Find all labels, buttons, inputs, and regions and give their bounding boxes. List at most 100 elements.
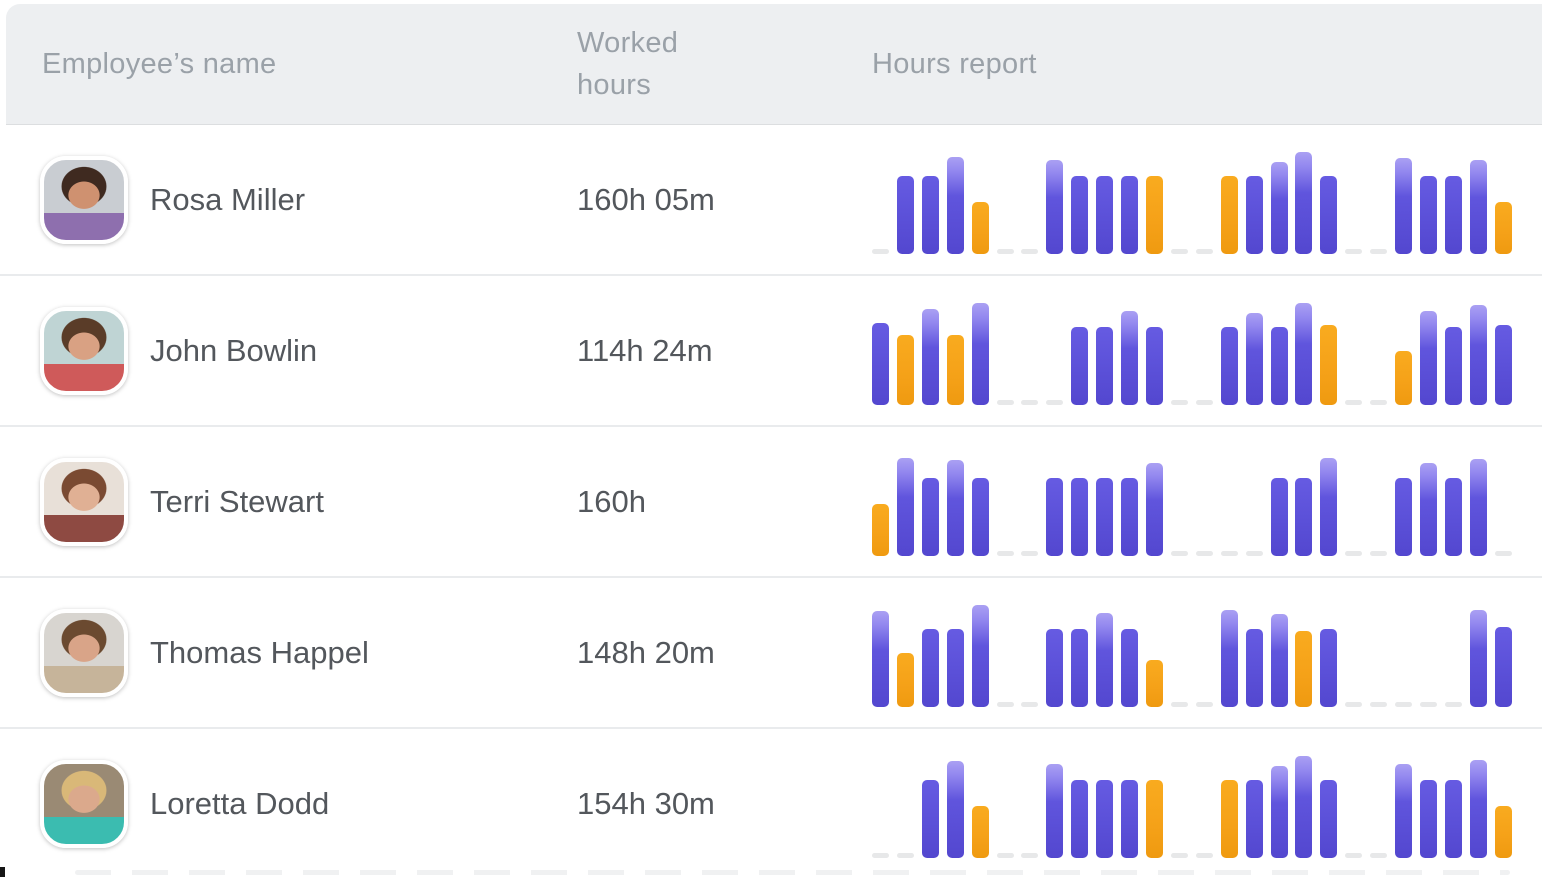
day-hours-bar xyxy=(1221,780,1238,858)
day-off-dash xyxy=(872,249,889,254)
day-off-dash xyxy=(1196,702,1213,707)
day-hours-bar xyxy=(1295,303,1312,405)
day-hours-bar xyxy=(1121,478,1138,556)
day-hours-bar xyxy=(1246,313,1263,405)
employee-name-cell: Terri Stewart xyxy=(0,458,577,546)
employee-row[interactable]: Rosa Miller 160h 05m xyxy=(0,125,1542,276)
day-off-dash xyxy=(1196,400,1213,405)
day-hours-bar xyxy=(1096,780,1113,858)
day-hours-bar xyxy=(1420,780,1437,858)
day-hours-bar xyxy=(1420,176,1437,254)
employee-row[interactable]: Thomas Happel 148h 20m xyxy=(0,578,1542,729)
day-off-dash xyxy=(997,853,1014,858)
table-header: Employee’s name Worked hours Hours repor… xyxy=(6,4,1542,125)
day-hours-bar xyxy=(1295,478,1312,556)
column-header-hours-report: Hours report xyxy=(872,43,1542,85)
day-hours-bar xyxy=(1470,160,1487,254)
worked-hours-value: 160h xyxy=(577,484,872,520)
screen-edge-artifact xyxy=(0,867,5,877)
employee-table-body: Rosa Miller 160h 05m John Bowlin 114h 24… xyxy=(0,125,1542,877)
day-off-dash xyxy=(1345,249,1362,254)
day-hours-bar xyxy=(1420,463,1437,556)
day-hours-bar xyxy=(1395,478,1412,556)
day-hours-bar xyxy=(1146,176,1163,254)
employee-name-cell: Thomas Happel xyxy=(0,609,577,697)
day-hours-bar xyxy=(1470,760,1487,858)
day-hours-bar xyxy=(1445,327,1462,405)
day-hours-bar xyxy=(1320,458,1337,556)
day-off-dash xyxy=(1445,702,1462,707)
day-off-dash xyxy=(997,551,1014,556)
day-hours-bar xyxy=(1221,610,1238,707)
day-hours-bar xyxy=(897,335,914,405)
day-hours-bar xyxy=(872,323,889,405)
day-off-dash xyxy=(1370,702,1387,707)
day-hours-bar xyxy=(1146,660,1163,707)
day-hours-bar xyxy=(1445,780,1462,858)
employee-row[interactable]: Loretta Dodd 154h 30m xyxy=(0,729,1542,877)
column-header-worked-hours: Worked hours xyxy=(577,22,737,106)
next-row-chart-peek xyxy=(75,870,1510,875)
day-hours-bar xyxy=(1246,780,1263,858)
day-off-dash xyxy=(1196,853,1213,858)
day-hours-bar xyxy=(972,605,989,707)
day-hours-bar xyxy=(1295,756,1312,858)
employee-name: John Bowlin xyxy=(150,333,317,369)
day-off-dash xyxy=(1370,551,1387,556)
day-hours-bar xyxy=(1246,176,1263,254)
day-hours-bar xyxy=(1221,176,1238,254)
worked-hours-value: 160h 05m xyxy=(577,182,872,218)
day-hours-bar xyxy=(1445,176,1462,254)
day-hours-bar xyxy=(1495,202,1512,254)
employee-avatar xyxy=(40,760,128,848)
day-hours-bar xyxy=(922,478,939,556)
day-hours-bar xyxy=(897,458,914,556)
hours-report-chart xyxy=(872,452,1512,556)
employee-name-cell: John Bowlin xyxy=(0,307,577,395)
day-hours-bar xyxy=(947,761,964,858)
hours-report-chart xyxy=(872,301,1512,405)
employee-row[interactable]: Terri Stewart 160h xyxy=(0,427,1542,578)
employee-avatar xyxy=(40,609,128,697)
day-hours-bar xyxy=(1071,327,1088,405)
day-hours-bar xyxy=(1495,627,1512,707)
day-hours-bar xyxy=(872,504,889,556)
day-hours-bar xyxy=(922,176,939,254)
employee-name-cell: Rosa Miller xyxy=(0,156,577,244)
day-hours-bar xyxy=(1121,629,1138,707)
day-hours-bar xyxy=(922,780,939,858)
day-hours-bar xyxy=(1096,613,1113,707)
day-hours-bar xyxy=(1096,176,1113,254)
day-off-dash xyxy=(1370,853,1387,858)
employee-row[interactable]: John Bowlin 114h 24m xyxy=(0,276,1542,427)
day-hours-bar xyxy=(1046,764,1063,858)
day-hours-bar xyxy=(1071,176,1088,254)
day-off-dash xyxy=(1021,702,1038,707)
day-off-dash xyxy=(1420,702,1437,707)
day-off-dash xyxy=(1021,249,1038,254)
day-hours-bar xyxy=(1096,478,1113,556)
employee-avatar xyxy=(40,156,128,244)
employee-avatar xyxy=(40,458,128,546)
day-hours-bar xyxy=(1395,351,1412,405)
day-hours-bar xyxy=(1121,780,1138,858)
day-off-dash xyxy=(997,400,1014,405)
day-off-dash xyxy=(1370,249,1387,254)
day-hours-bar xyxy=(1420,311,1437,405)
hours-report-chart xyxy=(872,603,1512,707)
day-hours-bar xyxy=(1395,764,1412,858)
day-hours-bar xyxy=(1071,478,1088,556)
day-hours-bar xyxy=(1320,176,1337,254)
day-off-dash xyxy=(1021,853,1038,858)
day-hours-bar xyxy=(1470,610,1487,707)
hours-report-chart xyxy=(872,754,1512,858)
column-header-employee-name: Employee’s name xyxy=(6,43,577,85)
day-hours-bar xyxy=(1146,463,1163,556)
day-off-dash xyxy=(1171,400,1188,405)
day-hours-bar xyxy=(1071,629,1088,707)
day-hours-bar xyxy=(972,806,989,858)
hours-report-chart xyxy=(872,150,1512,254)
day-off-dash xyxy=(1345,400,1362,405)
day-hours-bar xyxy=(1146,780,1163,858)
day-hours-bar xyxy=(1295,631,1312,707)
